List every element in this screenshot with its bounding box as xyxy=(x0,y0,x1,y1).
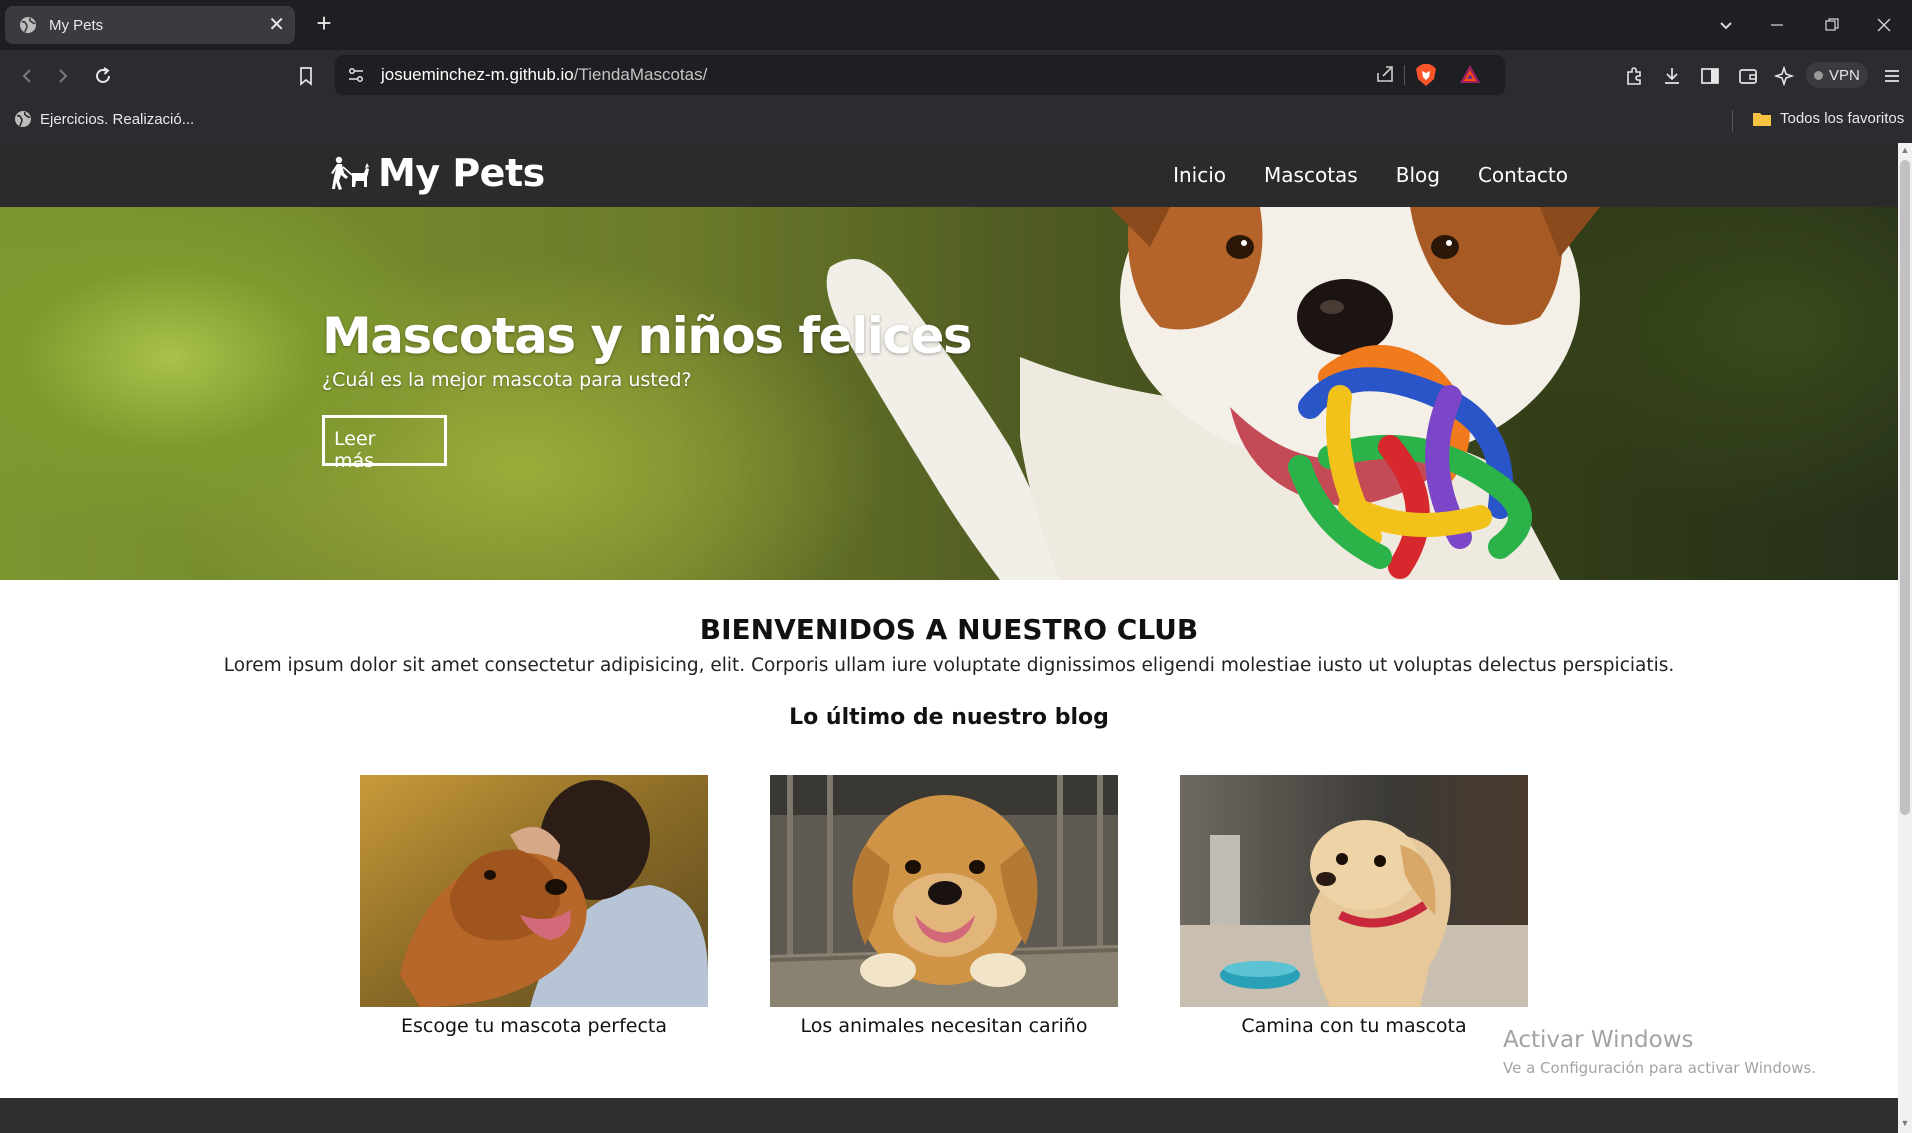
minimize-icon[interactable] xyxy=(1749,0,1805,50)
brand-name: My Pets xyxy=(378,151,545,195)
welcome-text: Lorem ipsum dolor sit amet consectetur a… xyxy=(223,655,1675,676)
close-window-icon[interactable] xyxy=(1856,0,1912,50)
site-footer xyxy=(0,1098,1898,1133)
golden-dog-photo xyxy=(770,775,1118,1007)
blog-section-title: Lo último de nuestro blog xyxy=(789,705,1109,730)
vpn-status-dot xyxy=(1814,70,1823,80)
activation-title: Activar Windows xyxy=(1503,1027,1694,1053)
hero-text: Mascotas y niños felices ¿Cuál es la mej… xyxy=(322,307,973,472)
bookmark-ejercicios[interactable]: Ejercicios. Realizació... xyxy=(14,110,194,128)
restore-icon[interactable] xyxy=(1804,0,1860,50)
share-icon[interactable] xyxy=(1375,64,1395,84)
windows-activation-watermark: Activar Windows Ve a Configuración para … xyxy=(1503,1027,1816,1077)
bookmarks-bar: Ejercicios. Realizació... Todos los favo… xyxy=(0,100,1912,143)
browser-tab-strip: My Pets ✕ + xyxy=(0,0,1912,50)
welcome-title: BIENVENIDOS A NUESTRO CLUB xyxy=(699,613,1199,646)
bookmarks-divider xyxy=(1732,110,1733,132)
sidebar-icon[interactable] xyxy=(1698,64,1722,88)
blog-card[interactable]: Escoge tu mascota perfecta xyxy=(360,775,708,1037)
reload-icon[interactable] xyxy=(88,61,118,91)
main-nav: Inicio Mascotas Blog Contacto xyxy=(1173,163,1568,187)
browser-toolbar: josueminchez-m.github.io/TiendaMascotas/… xyxy=(0,50,1912,100)
blog-card-image[interactable] xyxy=(770,775,1118,1007)
address-bar[interactable]: josueminchez-m.github.io/TiendaMascotas/ xyxy=(335,55,1505,95)
leo-ai-icon[interactable] xyxy=(1772,64,1796,88)
blog-card-image[interactable] xyxy=(360,775,708,1007)
nav-contacto[interactable]: Contacto xyxy=(1478,163,1568,187)
web-page: My Pets Inicio Mascotas Blog Contacto Ma… xyxy=(0,143,1898,1133)
download-icon[interactable] xyxy=(1660,64,1684,88)
nav-blog[interactable]: Blog xyxy=(1396,163,1440,187)
bookmark-label: Ejercicios. Realizació... xyxy=(40,110,195,128)
tab-title: My Pets xyxy=(49,16,104,34)
blog-card[interactable]: Camina con tu mascota xyxy=(1180,775,1528,1037)
activation-subtitle: Ve a Configuración para activar Windows. xyxy=(1503,1059,1816,1077)
blog-cards: Escoge tu mascota perfecta Los animales … xyxy=(360,775,1540,1037)
blog-card-caption[interactable]: Los animales necesitan cariño xyxy=(770,1015,1118,1037)
site-header: My Pets Inicio Mascotas Blog Contacto xyxy=(0,143,1898,207)
vpn-button[interactable]: VPN xyxy=(1806,62,1868,88)
tab-search-chevron-icon[interactable] xyxy=(1698,0,1754,50)
scrollbar-thumb[interactable] xyxy=(1900,160,1910,815)
url-host: josueminchez-m.github.io xyxy=(381,65,574,84)
site-logo[interactable]: My Pets xyxy=(330,151,545,195)
back-icon[interactable] xyxy=(12,61,42,91)
blog-card[interactable]: Los animales necesitan cariño xyxy=(770,775,1118,1037)
extensions-icon[interactable] xyxy=(1622,64,1646,88)
favorites-label: Todos los favoritos xyxy=(1780,110,1905,127)
rewards-triangle-icon[interactable] xyxy=(1459,64,1481,84)
blog-card-caption[interactable]: Escoge tu mascota perfecta xyxy=(360,1015,708,1037)
close-tab-icon[interactable]: ✕ xyxy=(268,15,285,35)
url-path: /TiendaMascotas/ xyxy=(573,65,708,84)
menu-icon[interactable] xyxy=(1880,64,1904,88)
bookmark-icon[interactable] xyxy=(291,61,321,91)
forward-icon[interactable] xyxy=(48,61,78,91)
vpn-label: VPN xyxy=(1829,66,1860,84)
blog-card-caption[interactable]: Camina con tu mascota xyxy=(1180,1015,1528,1037)
folder-icon xyxy=(1753,112,1771,126)
dog-walker-icon xyxy=(331,156,369,190)
scroll-up-arrow-icon[interactable]: ▲ xyxy=(1900,145,1910,157)
read-more-button[interactable]: Leer más xyxy=(322,415,447,472)
wallet-icon[interactable] xyxy=(1736,64,1760,88)
all-favorites-folder[interactable]: Todos los favoritos xyxy=(1752,110,1904,127)
nav-inicio[interactable]: Inicio xyxy=(1173,163,1226,187)
new-tab-button[interactable]: + xyxy=(310,10,338,38)
blog-card-image[interactable] xyxy=(1180,775,1528,1007)
site-settings-icon[interactable] xyxy=(347,66,365,84)
nav-mascotas[interactable]: Mascotas xyxy=(1264,163,1358,187)
globe-icon xyxy=(20,17,36,33)
url-divider xyxy=(1404,65,1405,85)
hero-subtitle: ¿Cuál es la mejor mascota para usted? xyxy=(322,369,692,391)
brave-shields-icon[interactable] xyxy=(1415,63,1437,87)
dog-hug-photo xyxy=(360,775,708,1007)
scroll-down-arrow-icon[interactable]: ▼ xyxy=(1900,1118,1910,1130)
globe-icon xyxy=(15,111,31,127)
hero-title: Mascotas y niños felices xyxy=(322,307,973,365)
puppy-photo xyxy=(1180,775,1528,1007)
hero-banner: Mascotas y niños felices ¿Cuál es la mej… xyxy=(0,207,1898,580)
browser-tab[interactable]: My Pets ✕ xyxy=(5,6,295,44)
